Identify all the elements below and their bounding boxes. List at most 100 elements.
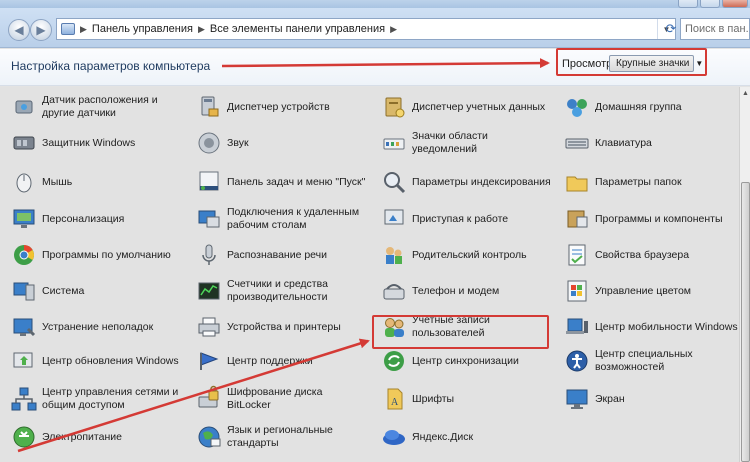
minimize-button[interactable] [678,0,698,8]
cp-item-fonts[interactable]: A Шрифты [380,381,552,417]
cp-item-personalization[interactable]: Персонализация [10,201,182,237]
default-programs-icon [10,241,38,269]
cp-item-credential-manager[interactable]: Диспетчер учетных данных [380,89,552,125]
annotation-frame-user-accounts [372,315,549,349]
personalization-icon [10,205,38,233]
control-panel-icon [61,23,75,35]
cp-item-action-center[interactable]: Центр поддержки [195,343,367,379]
cp-item-mouse[interactable]: Мышь [10,164,182,200]
windows-defender-icon [10,129,38,157]
cp-item-power-options[interactable]: Электропитание [10,419,182,455]
bitlocker-icon [195,385,223,413]
notification-icons-icon [380,129,408,157]
scroll-thumb[interactable] [741,182,750,462]
cp-item-label: Программы и компоненты [595,212,723,225]
cp-item-notification-icons[interactable]: Значки области уведомлений [380,125,552,161]
chevron-right-icon[interactable]: ▶ [198,24,205,35]
cp-item-internet-options[interactable]: Свойства браузера [563,237,740,273]
chevron-right-icon[interactable]: ▶ [390,24,397,35]
chevron-right-icon[interactable]: ▶ [80,24,87,35]
scroll-up-icon[interactable]: ▲ [741,88,750,98]
view-label: Просмотр: [562,58,616,70]
cp-item-homegroup[interactable]: Домашняя группа [563,89,740,125]
cp-item-taskbar[interactable]: Панель задач и меню "Пуск" [195,164,367,200]
cp-item-phone-modem[interactable]: Телефон и модем [380,273,552,309]
cp-item-display[interactable]: Экран [563,381,740,417]
cp-item-sound[interactable]: Звук [195,125,367,161]
view-dropdown[interactable]: Крупные значки ▼ [609,55,703,72]
window-title-bar [0,0,750,8]
indexing-icon [380,168,408,196]
items-grid: Датчик расположения и другие датчики Дисп… [0,87,739,462]
cp-item-label: Домашняя группа [595,100,682,113]
cp-item-label: Центр обновления Windows [42,354,179,367]
cp-item-label: Звук [227,136,249,149]
chevron-down-icon: ▼ [695,59,704,68]
cp-item-label: Родительский контроль [412,248,527,261]
cp-item-label: Устранение неполадок [42,320,154,333]
cp-item-folder-options[interactable]: Параметры папок [563,164,740,200]
close-button[interactable] [722,0,748,8]
cp-item-troubleshooting[interactable]: Устранение неполадок [10,309,182,345]
keyboard-icon [563,129,591,157]
credential-manager-icon [380,93,408,121]
vertical-scrollbar[interactable]: ▲ [739,87,750,462]
cp-item-windows-update[interactable]: Центр обновления Windows [10,343,182,379]
cp-item-color-management[interactable]: Управление цветом [563,273,740,309]
address-bar[interactable]: ▶ Панель управления ▶ Все элементы панел… [56,18,676,40]
cp-item-indexing[interactable]: Параметры индексирования [380,164,552,200]
breadcrumb-control-panel[interactable]: Панель управления [92,23,193,35]
search-placeholder: Поиск в пан... [685,23,750,35]
sync-center-icon [380,347,408,375]
action-center-icon [195,347,223,375]
cp-item-region-language[interactable]: Язык и региональные стандарты [195,419,367,455]
search-input[interactable]: Поиск в пан... [680,18,750,40]
cp-item-yandex-disk[interactable]: Яндекс.Диск [380,419,552,455]
network-center-icon [10,385,38,413]
cp-item-programs-features[interactable]: Программы и компоненты [563,201,740,237]
cp-item-default-programs[interactable]: Программы по умолчанию [10,237,182,273]
cp-item-label: Телефон и модем [412,284,500,297]
cp-item-label: Датчик расположения и другие датчики [42,94,158,119]
maximize-button[interactable] [700,0,720,8]
folder-options-icon [563,168,591,196]
cp-item-mobility-center[interactable]: Центр мобильности Windows [563,309,740,345]
speech-recognition-icon [195,241,223,269]
taskbar-icon [195,168,223,196]
cp-item-ease-of-access[interactable]: Центр специальных возможностей [563,343,740,379]
breadcrumb-all-items[interactable]: Все элементы панели управления [210,23,385,35]
cp-item-windows-defender[interactable]: Защитник Windows [10,125,182,161]
location-sensor-icon [10,93,38,121]
cp-item-parental-controls[interactable]: Родительский контроль [380,237,552,273]
fonts-icon: A [380,385,408,413]
cp-item-location-sensor[interactable]: Датчик расположения и другие датчики [10,89,182,125]
cp-item-getting-started[interactable]: Приступая к работе [380,201,552,237]
cp-item-label: Шифрование диска BitLocker [227,386,323,411]
address-toolbar: ◀ ▶ ▶ Панель управления ▶ Все элементы п… [0,8,750,48]
refresh-icon[interactable]: ⟳ [661,18,681,40]
forward-button[interactable]: ▶ [30,19,52,41]
cp-item-label: Подключения к удаленным рабочим столам [227,206,360,231]
internet-options-icon [563,241,591,269]
cp-item-remote-desktop[interactable]: Подключения к удаленным рабочим столам [195,201,367,237]
cp-item-bitlocker[interactable]: Шифрование диска BitLocker [195,381,367,417]
cp-item-performance[interactable]: Счетчики и средства производительности [195,273,367,309]
cp-item-network-center[interactable]: Центр управления сетями и общим доступом [10,381,182,417]
cp-item-device-manager[interactable]: Диспетчер устройств [195,89,367,125]
cp-item-label: Параметры папок [595,175,682,188]
back-button[interactable]: ◀ [8,19,30,41]
cp-item-label: Диспетчер учетных данных [412,100,546,113]
cp-item-system[interactable]: Система [10,273,182,309]
cp-item-speech-recognition[interactable]: Распознавание речи [195,237,367,273]
cp-item-label: Центр специальных возможностей [595,348,693,373]
cp-item-keyboard[interactable]: Клавиатура [563,125,740,161]
svg-text:A: A [391,397,399,408]
cp-item-label: Защитник Windows [42,136,136,149]
cp-item-label: Клавиатура [595,136,652,149]
view-dropdown-value: Крупные значки [616,58,690,69]
parental-controls-icon [380,241,408,269]
yandex-disk-icon [380,423,408,451]
cp-item-label: Панель задач и меню "Пуск" [227,175,366,188]
display-icon [563,385,591,413]
cp-item-devices-printers[interactable]: Устройства и принтеры [195,309,367,345]
